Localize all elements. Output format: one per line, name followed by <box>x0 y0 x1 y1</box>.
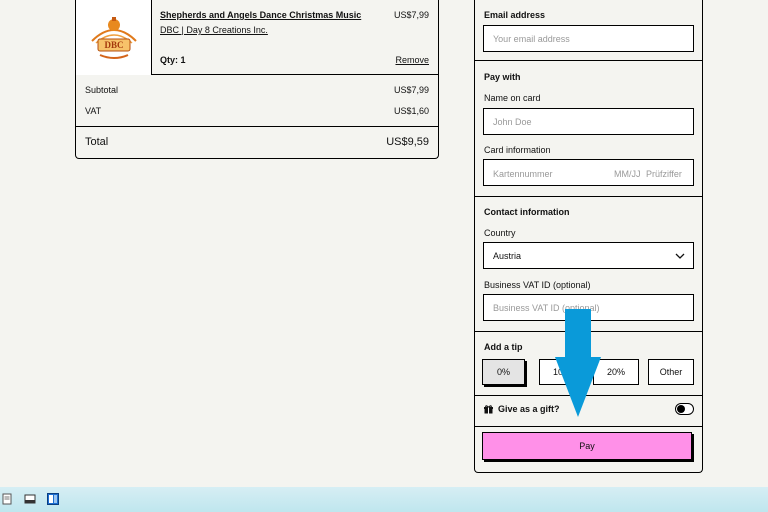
pay-with-label: Pay with <box>484 72 521 82</box>
email-input[interactable]: Your email address <box>483 25 694 52</box>
contact-info-label: Contact information <box>484 207 570 217</box>
remove-item-link[interactable]: Remove <box>395 55 429 65</box>
card-expiry-placeholder: MM/JJ <box>614 169 641 179</box>
divider <box>475 426 702 427</box>
item-quantity: Qty: 1 <box>160 55 186 65</box>
card-number-placeholder: Kartennummer <box>493 169 553 179</box>
gift-toggle[interactable] <box>675 403 694 415</box>
vat-label: VAT <box>85 106 102 116</box>
gift-row: Give as a gift? <box>484 404 560 414</box>
tip-label: Add a tip <box>484 342 523 352</box>
tip-option-other[interactable]: Other <box>648 359 694 385</box>
card-info-label: Card information <box>484 145 551 155</box>
cart-item: DBC Shepherds and Angels Dance Christmas… <box>76 0 438 75</box>
subtotal-label: Subtotal <box>85 85 119 95</box>
toggle-knob <box>677 405 685 413</box>
vat-value: US$1,60 <box>393 106 429 116</box>
card-cvc-placeholder: Prüfziffer <box>646 169 682 179</box>
country-value: Austria <box>493 250 522 261</box>
tip-option-0[interactable]: 0% <box>482 359 525 385</box>
total-value: US$9,59 <box>386 136 429 148</box>
cart-summary: DBC Shepherds and Angels Dance Christmas… <box>75 0 439 159</box>
total-divider <box>76 126 438 127</box>
item-price: US$7,99 <box>393 10 429 20</box>
pay-button[interactable]: Pay <box>482 432 692 460</box>
vat-id-label: Business VAT ID (optional) <box>484 280 591 290</box>
chevron-down-icon <box>675 253 685 259</box>
document-icon[interactable] <box>1 493 13 505</box>
dbc-logo-icon: DBC <box>90 16 137 59</box>
seller-link[interactable]: DBC | Day 8 Creations Inc. <box>160 25 268 35</box>
country-select[interactable]: Austria <box>483 242 694 269</box>
subtotal-value: US$7,99 <box>393 85 429 95</box>
taskbar <box>0 487 768 512</box>
app-icon[interactable] <box>47 493 59 505</box>
divider <box>475 196 702 197</box>
product-thumbnail[interactable]: DBC <box>76 0 152 75</box>
svg-text:DBC: DBC <box>104 40 123 50</box>
gift-icon <box>484 404 493 414</box>
total-label: Total <box>85 136 109 148</box>
name-on-card-input[interactable]: John Doe <box>483 108 694 135</box>
email-label: Email address <box>484 10 546 20</box>
arrow-down-icon <box>555 309 601 417</box>
window-icon[interactable] <box>24 493 36 505</box>
gift-label: Give as a gift? <box>498 404 560 414</box>
name-on-card-label: Name on card <box>484 93 541 103</box>
divider <box>475 60 702 61</box>
product-title-link[interactable]: Shepherds and Angels Dance Christmas Mus… <box>160 10 361 20</box>
card-info-input[interactable]: Kartennummer MM/JJ Prüfziffer <box>483 159 694 186</box>
country-label: Country <box>484 228 516 238</box>
